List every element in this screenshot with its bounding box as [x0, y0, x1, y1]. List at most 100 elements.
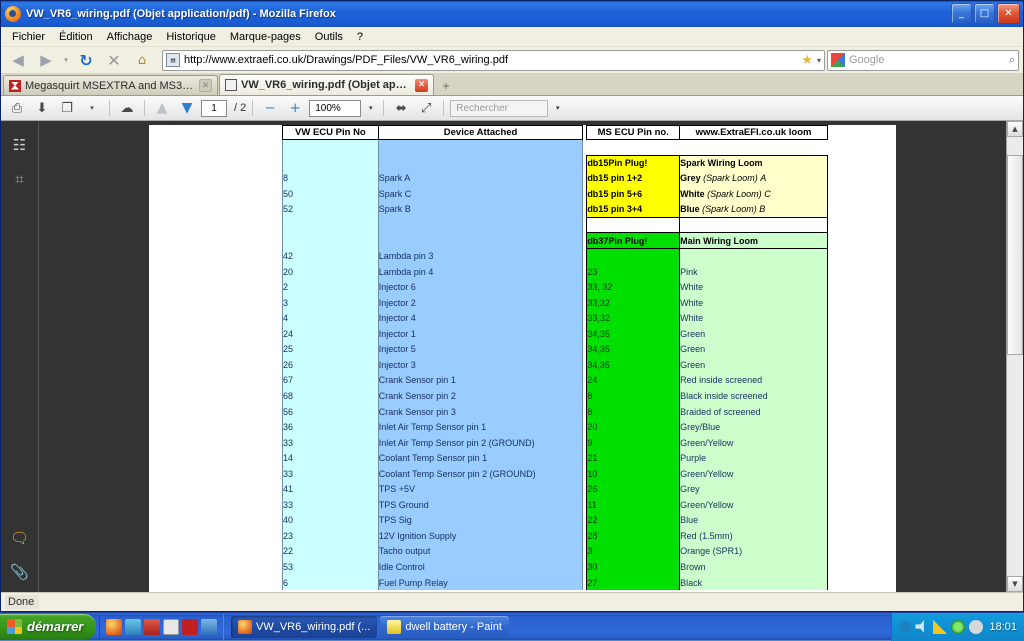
system-tray: 18:01 — [891, 612, 1024, 641]
tab-close-icon[interactable]: ✕ — [199, 79, 212, 92]
scroll-down-icon[interactable]: ▼ — [1007, 576, 1023, 592]
cell-device — [377, 155, 584, 171]
menu-item-marque-pages[interactable]: Marque-pages — [223, 29, 308, 45]
tab-megasquirt[interactable]: Megasquirt MSEXTRA and MS3EFI • Po... ✕ — [3, 75, 218, 95]
cell-loom-color: Green/Yellow — [679, 434, 828, 451]
tab-label: VW_VR6_wiring.pdf (Objet applic... — [241, 79, 411, 91]
minimize-button[interactable]: _ — [951, 3, 972, 24]
app-quicklaunch-icon[interactable] — [144, 618, 160, 635]
cell-loom-color: Brown — [679, 559, 828, 575]
google-icon[interactable] — [831, 53, 845, 67]
web-capture-icon[interactable]: ☁ — [116, 98, 138, 118]
cell-device: Tacho output — [377, 543, 584, 560]
megasquirt-quicklaunch-icon[interactable] — [182, 618, 198, 635]
loom-color-name: White — [680, 188, 705, 199]
taskbar-item-paint[interactable]: dwell battery - Paint — [380, 615, 509, 638]
antivirus-icon[interactable] — [951, 619, 966, 634]
fit-width-icon[interactable]: ⬌ — [390, 98, 412, 118]
new-tab-button[interactable]: + — [435, 76, 457, 95]
cell-device: Coolant Temp Sensor pin 2 (GROUND) — [377, 465, 584, 482]
fit-page-icon[interactable]: ⤢ — [415, 98, 437, 118]
menu-item-edition[interactable]: Édition — [52, 29, 100, 45]
home-icon[interactable]: ⌂ — [129, 49, 155, 71]
maximize-button[interactable]: □ — [974, 3, 995, 24]
search-icon[interactable]: ⌕ — [1009, 54, 1015, 67]
url-dropdown-icon[interactable]: ▾ — [817, 56, 821, 65]
close-button[interactable]: ✕ — [997, 3, 1020, 24]
cell-device: TPS Ground — [377, 497, 584, 513]
clock[interactable]: 18:01 — [989, 621, 1017, 633]
pdf-favicon-icon — [225, 79, 237, 91]
cell-ms-pin: 21 — [586, 450, 681, 466]
tray-expand-icon[interactable] — [900, 621, 912, 632]
page-number-input[interactable]: 1 — [201, 99, 227, 117]
taskbar-item-firefox[interactable]: VW_VR6_wiring.pdf (... — [231, 615, 378, 638]
cell-device — [377, 217, 584, 233]
loom-suffix: A — [760, 173, 767, 184]
back-icon[interactable]: ◀ — [5, 49, 31, 71]
loom-suffix: C — [764, 188, 771, 199]
start-button[interactable]: démarrer — [0, 613, 96, 640]
scroll-up-icon[interactable]: ▲ — [1007, 121, 1023, 137]
previous-page-icon[interactable]: ▲ — [151, 98, 173, 118]
zoom-out-icon[interactable]: − — [259, 98, 281, 118]
pdf-page-stage[interactable]: VW ECU Pin No Device Attached MS ECU Pin… — [39, 121, 1006, 592]
signal-icon[interactable] — [933, 619, 948, 634]
attachments-panel-icon[interactable]: 📎 — [8, 558, 32, 586]
cell-loom-color: Black — [679, 574, 828, 591]
find-dropdown-icon[interactable]: ▾ — [551, 100, 564, 117]
window-title: VW_VR6_wiring.pdf (Objet application/pdf… — [26, 8, 336, 20]
scroll-track[interactable] — [1007, 137, 1023, 576]
menu-item-help[interactable]: ? — [350, 29, 370, 45]
cell-ms-pin: 33, 32 — [586, 279, 681, 295]
cell-device: Injector 1 — [377, 326, 584, 342]
table-row: 42 Lambda pin 3 — [282, 248, 828, 264]
realtech-quicklaunch-icon[interactable] — [163, 618, 179, 635]
help-icon[interactable] — [969, 619, 984, 634]
cell-device: Crank Sensor pin 2 — [377, 388, 584, 404]
explorer-quicklaunch-icon[interactable] — [201, 618, 217, 635]
tab-vw-vr6-wiring-pdf[interactable]: VW_VR6_wiring.pdf (Objet applic... ✕ — [219, 74, 434, 95]
next-page-icon[interactable]: ▼ — [176, 98, 198, 118]
zoom-in-icon[interactable]: + — [284, 98, 306, 118]
export-icon[interactable]: ❐ — [56, 98, 78, 118]
menu-item-historique[interactable]: Historique — [159, 29, 223, 45]
search-bar[interactable]: Google ⌕ — [827, 49, 1019, 71]
export-dropdown-icon[interactable]: ▾ — [81, 98, 103, 118]
table-row: 14 Coolant Temp Sensor pin 1 21 Purple — [282, 450, 828, 466]
firefox-icon — [238, 619, 252, 634]
calculator-quicklaunch-icon[interactable] — [125, 618, 141, 635]
forward-icon[interactable]: ▶ — [33, 49, 59, 71]
search-panel-icon[interactable]: ⌗ — [8, 165, 32, 193]
cell-ms-pin: 34,35 — [586, 341, 681, 358]
menu-item-affichage[interactable]: Affichage — [100, 29, 160, 45]
tab-close-icon[interactable]: ✕ — [415, 78, 428, 92]
cell-vw-pin: 20 — [282, 263, 379, 280]
vertical-scrollbar[interactable]: ▲ ▼ — [1006, 121, 1023, 592]
firefox-quicklaunch-icon[interactable] — [106, 618, 122, 635]
find-input[interactable]: Rechercher — [450, 99, 549, 117]
comments-panel-icon[interactable]: 🗨 — [8, 524, 32, 552]
nav-dropdown-icon[interactable]: ▾ — [61, 49, 71, 71]
reload-icon[interactable]: ↻ — [73, 49, 99, 71]
save-icon[interactable]: ⬇ — [31, 98, 53, 118]
loom-source: (Spark Loom) — [702, 204, 757, 215]
cell-loom-color: Green — [679, 357, 828, 373]
url-bar[interactable]: ▤ http://www.extraefi.co.uk/Drawings/PDF… — [162, 49, 825, 71]
url-text[interactable]: http://www.extraefi.co.uk/Drawings/PDF_F… — [184, 54, 797, 66]
bookmark-star-icon[interactable]: ★ — [801, 52, 813, 68]
cell-ms-pin: 26 — [586, 481, 681, 498]
scroll-thumb[interactable] — [1007, 155, 1023, 355]
cell-vw-pin: 52 — [282, 201, 379, 218]
sound-icon[interactable] — [915, 620, 924, 633]
cell-loom-color: White — [679, 310, 828, 327]
pages-panel-icon[interactable]: ☷ — [8, 131, 32, 159]
zoom-level-value[interactable]: 100% — [309, 99, 362, 117]
print-icon[interactable]: ⎙ — [6, 98, 28, 118]
stop-icon[interactable]: ✕ — [101, 49, 127, 71]
menu-item-fichier[interactable]: Fichier — [5, 29, 52, 45]
menu-item-outils[interactable]: Outils — [308, 29, 350, 45]
zoom-dropdown-icon[interactable]: ▾ — [364, 100, 377, 117]
cell-vw-pin: 56 — [282, 403, 379, 420]
cell-device: Idle Control — [377, 559, 584, 575]
